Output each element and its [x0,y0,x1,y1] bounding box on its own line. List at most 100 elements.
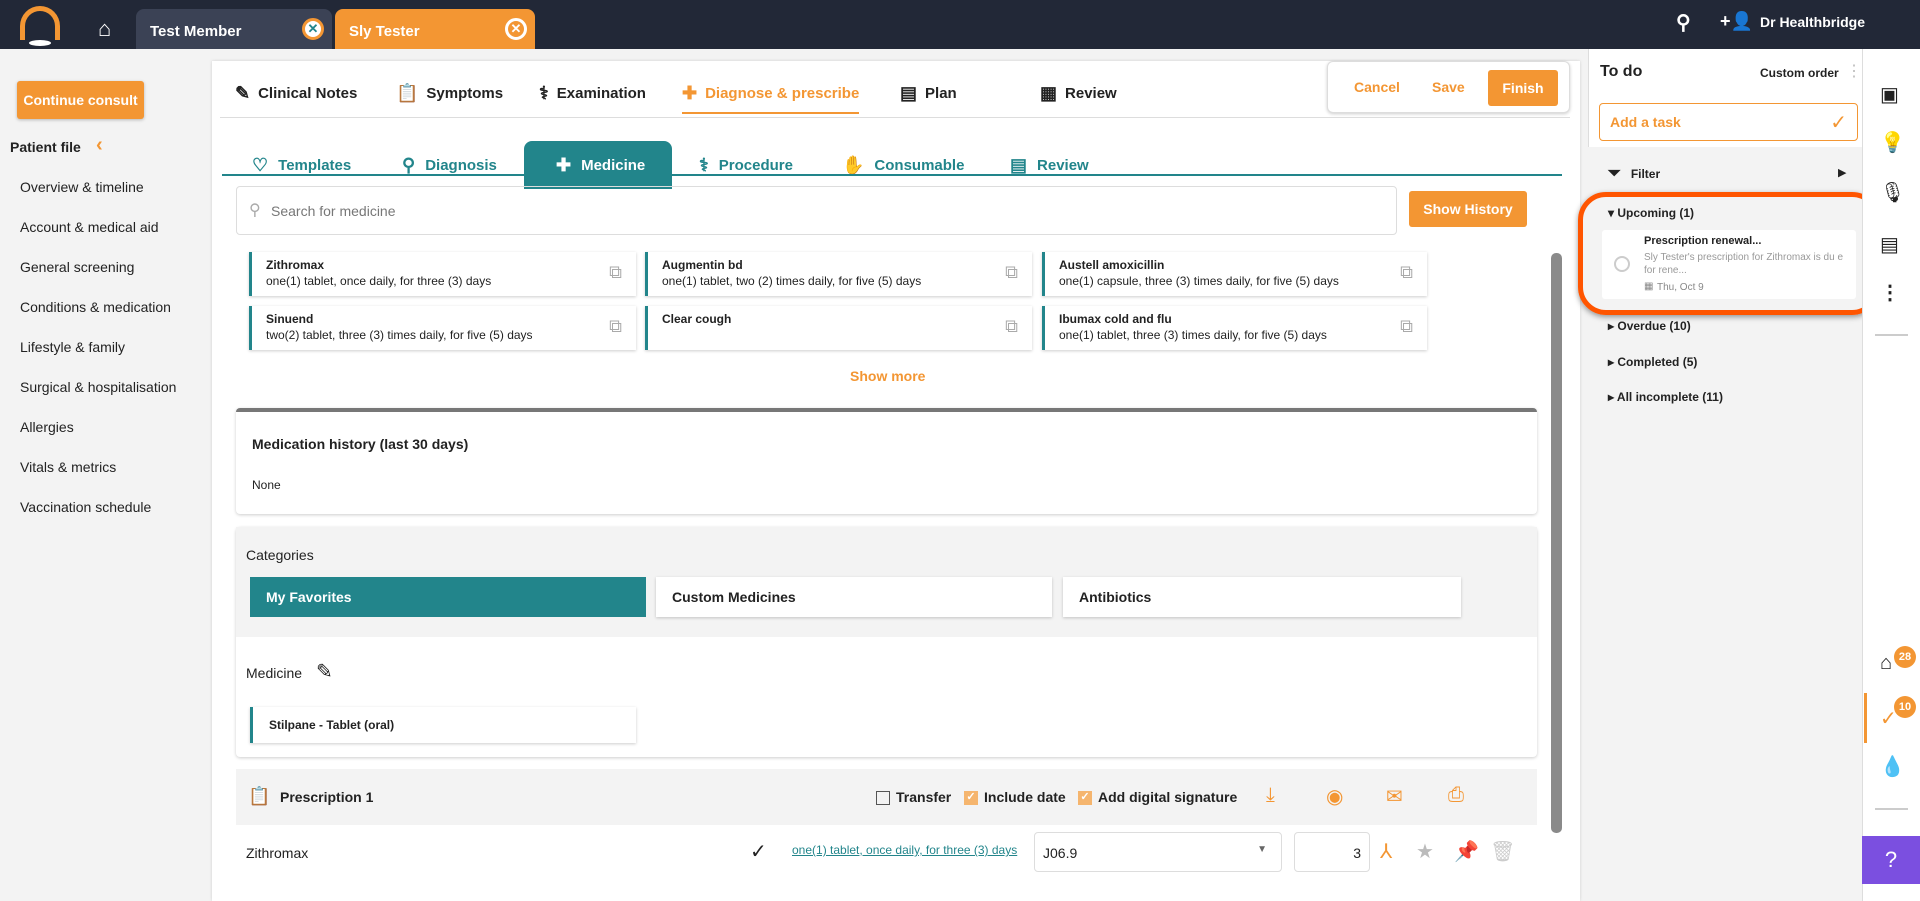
medicine-name: Clear cough [662,312,732,326]
help-icon[interactable]: ? [1862,836,1920,884]
group-all-incomplete[interactable]: ▸ All incomplete (11) [1608,390,1723,404]
drop-icon[interactable]: 💧 [1880,754,1905,779]
patient-tab-sly-tester[interactable]: Sly Tester ✕ [335,9,535,49]
home-icon[interactable]: ⌂ [98,16,111,42]
tab-label: Examination [556,85,646,102]
dosage-link[interactable]: one(1) tablet, once daily, for three (3)… [792,843,1017,857]
continue-consult-button[interactable]: Continue consult [17,81,144,119]
ai-microphone-icon[interactable]: 🎙 [1880,180,1905,205]
subtab-procedure[interactable]: ⚕ Procedure [699,141,793,189]
scrollbar[interactable] [1551,253,1562,833]
medicine-card[interactable]: Augmentin bd one(1) tablet, two (2) times… [645,252,1032,296]
print-icon[interactable]: ⎙ [1448,784,1464,807]
split-icon[interactable]: ⅄ [1380,839,1392,864]
medicine-card[interactable]: Sinuend two(2) tablet, three (3) times da… [249,306,636,350]
transfer-checkbox[interactable]: Transfer [876,789,951,806]
medicine-card[interactable]: Clear cough ⧉ [645,306,1032,350]
sidebar-item[interactable]: Overview & timeline [20,179,144,195]
download-icon[interactable]: ⤓ [1266,784,1275,807]
sidebar-item[interactable]: Conditions & medication [20,299,171,315]
checkbox[interactable]: ✓ [1078,791,1092,806]
category-custom-medicines[interactable]: Custom Medicines [656,577,1052,617]
inbox-icon[interactable]: ⌂ [1880,652,1892,675]
tab-review[interactable]: ▦ Review [1040,83,1117,104]
show-more-link[interactable]: Show more [850,368,925,384]
add-task-input[interactable]: Add a task ✓ [1599,103,1858,141]
list-icon[interactable]: ▤ [1880,232,1899,257]
sidebar-item[interactable]: Lifestyle & family [20,339,125,355]
delete-icon[interactable]: 🗑 [1490,839,1515,864]
tab-clinical-notes[interactable]: ✎ Clinical Notes [235,83,357,104]
quantity-input[interactable]: 3 [1294,832,1370,872]
tab-symptoms[interactable]: 📋 Symptoms [396,83,503,104]
subtab-diagnosis[interactable]: ⚲ Diagnosis [402,141,497,189]
tab-label: Review [1065,85,1117,102]
include-date-checkbox[interactable]: ✓ Include date [964,789,1066,806]
more-vertical-icon[interactable]: ⋮ [1846,61,1862,81]
group-label: Overdue (10) [1617,319,1691,333]
patient-card-icon[interactable]: ▣ [1880,82,1899,107]
app-logo[interactable] [20,6,60,40]
subtab-medicine[interactable]: ✚ Medicine [524,141,672,189]
collapse-chevron-icon[interactable]: ‹ [96,134,103,157]
checkbox[interactable]: ✓ [964,791,978,806]
tab-plan[interactable]: ▤ Plan [900,83,957,104]
digital-signature-checkbox[interactable]: ✓ Add digital signature [1078,789,1237,806]
subtab-consumable[interactable]: ✋ Consumable [842,141,964,189]
sidebar-item[interactable]: Surgical & hospitalisation [20,379,176,395]
open-external-icon[interactable]: ⧉ [609,262,622,283]
sidebar-item[interactable]: Vitals & metrics [20,459,116,475]
subtab-templates[interactable]: ♡ Templates [252,141,351,189]
group-overdue[interactable]: ▸ Overdue (10) [1608,319,1691,333]
tab-label: Procedure [718,156,793,174]
medicine-card[interactable]: Austell amoxicillin one(1) capsule, three… [1042,252,1427,296]
sidebar-item[interactable]: Allergies [20,419,74,435]
save-button[interactable]: Save [1432,79,1465,95]
add-person-icon[interactable]: +👤 [1720,11,1753,32]
chevron-down-icon: ▼ [1257,844,1267,855]
open-external-icon[interactable]: ⧉ [1005,316,1018,337]
medicine-card[interactable]: Ibumax cold and flu one(1) tablet, three … [1042,306,1427,350]
pin-icon[interactable]: 📌 [1454,839,1479,864]
open-external-icon[interactable]: ⧉ [1005,262,1018,283]
close-icon[interactable]: ✕ [302,18,324,40]
checkbox[interactable] [876,791,890,806]
sidebar-item[interactable]: General screening [20,259,134,275]
tab-examination[interactable]: ⚕ Examination [539,83,646,104]
search-icon[interactable]: ⚲ [1676,10,1691,35]
finish-button[interactable]: Finish [1488,70,1558,106]
open-external-icon[interactable]: ⧉ [1400,262,1413,283]
tab-diagnose-prescribe[interactable]: ✚ Diagnose & prescribe [682,77,860,114]
preview-eye-icon[interactable]: ◉ [1326,784,1343,809]
edit-pencil-icon[interactable]: ✎ [316,659,333,684]
add-task-icon[interactable]: ✓ [1830,110,1847,135]
star-icon[interactable]: ★ [1416,839,1434,864]
more-vertical-icon[interactable]: ⋮ [1880,280,1900,305]
sidebar-item[interactable]: Account & medical aid [20,219,159,235]
add-task-check-icon[interactable]: ✓ [750,839,767,864]
show-history-button[interactable]: Show History [1409,191,1527,227]
medicine-card[interactable]: Zithromax one(1) tablet, once daily, for … [249,252,636,296]
category-antibiotics[interactable]: Antibiotics [1063,577,1461,617]
patient-tab-test-member[interactable]: Test Member ✕ [136,9,332,49]
open-external-icon[interactable]: ⧉ [1400,316,1413,337]
chevron-right-icon[interactable]: ▶ [1838,166,1846,179]
prescription-title: Prescription 1 [280,789,374,805]
email-icon[interactable]: ✉ [1386,784,1403,809]
tab-label: Symptoms [426,85,504,102]
ai-lightbulb-icon[interactable]: 💡 [1880,130,1905,155]
medicine-search-input[interactable]: ⚲ Search for medicine [236,186,1397,235]
cancel-button[interactable]: Cancel [1354,79,1400,95]
sidebar-item[interactable]: Vaccination schedule [20,499,151,515]
group-completed[interactable]: ▸ Completed (5) [1608,355,1697,369]
open-external-icon[interactable]: ⧉ [609,316,622,337]
category-my-favorites[interactable]: My Favorites [250,577,646,617]
selected-medicine-card[interactable]: Stilpane - Tablet (oral) [250,707,636,743]
filter-toggle[interactable]: ⏷ Filter [1608,165,1660,183]
user-name[interactable]: Dr Healthbridge [1760,14,1865,30]
custom-order-dropdown[interactable]: Custom order [1760,66,1839,80]
icd-code-select[interactable]: J06.9 ▼ [1034,832,1282,872]
subtab-review[interactable]: ▤ Review [1010,141,1089,189]
close-icon[interactable]: ✕ [505,18,527,40]
prescription-item-row: Zithromax ✓ one(1) tablet, once daily, f… [236,825,1537,881]
